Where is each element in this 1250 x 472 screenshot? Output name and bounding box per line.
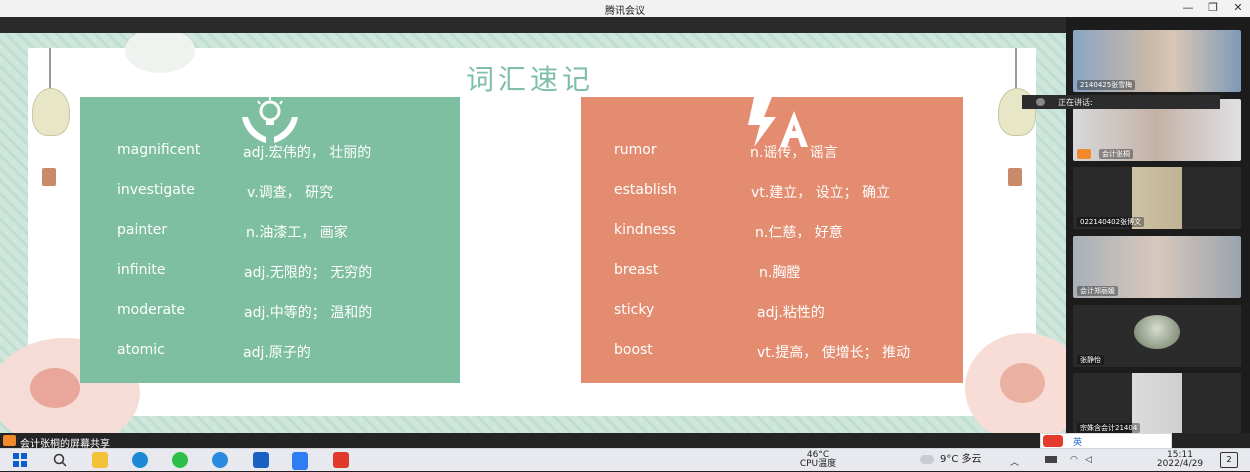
vocab-word: establish [614, 182, 677, 198]
mic-icon [1036, 98, 1045, 106]
ie-icon[interactable] [212, 452, 228, 468]
vocab-definition: n.仁慈， 好意 [755, 225, 843, 241]
vocab-word: boost [614, 342, 653, 358]
ime-language[interactable]: 英 [1073, 435, 1082, 448]
vocab-definition: adj.原子的 [243, 345, 311, 361]
participant-tile[interactable]: 宗姝含会计21404 [1073, 373, 1241, 435]
vocab-definition: n.谣传， 谣言 [750, 145, 838, 161]
search-icon[interactable] [52, 452, 68, 468]
participant-name: 张静怡 [1077, 355, 1104, 365]
wechat-icon[interactable] [172, 452, 188, 468]
vocab-definition: n.油漆工， 画家 [246, 225, 348, 241]
participant-tile[interactable]: 2140425张雪梅 [1073, 30, 1241, 92]
participant-tile[interactable]: 会计郑丽媛 [1073, 236, 1241, 298]
tencent-meeting-icon[interactable] [292, 452, 308, 470]
participant-name: 2140425张雪梅 [1077, 80, 1136, 90]
vocab-definition: adj.无限的； 无穷的 [244, 265, 373, 281]
vocab-definition: n.胸膛 [759, 265, 801, 281]
vocab-definition: adj.宏伟的， 壮丽的 [243, 145, 372, 161]
participant-name: 宗姝含会计21404 [1077, 423, 1141, 433]
flower-bottom-left-center [30, 368, 80, 408]
participant-tile[interactable]: 张静怡 [1073, 305, 1241, 367]
share-top-band [0, 17, 1066, 33]
vocab-word: magnificent [117, 142, 201, 158]
vocab-word: painter [117, 222, 168, 238]
vocab-definition: vt.提高， 使增长； 推动 [757, 345, 911, 361]
lightbulb-hands-icon [242, 97, 298, 143]
file-explorer-icon[interactable] [92, 452, 108, 468]
cloud-icon [920, 455, 934, 464]
windows-start-icon[interactable] [12, 452, 28, 468]
vocab-definition: vt.建立， 设立； 确立 [751, 185, 891, 201]
notification-icon[interactable]: 2 [1220, 452, 1238, 468]
slide-title: 词汇速记 [465, 63, 594, 96]
participant-name: 会计张桐 [1099, 149, 1133, 159]
vocab-word: atomic [117, 342, 165, 358]
vocab-word: investigate [117, 182, 195, 198]
vocab-word: moderate [117, 302, 186, 318]
vocab-definition: adj.中等的； 温和的 [244, 305, 373, 321]
wifi-icon[interactable]: ◠ [1070, 455, 1078, 465]
avatar [1134, 315, 1180, 349]
minimize-button[interactable]: — [1177, 1, 1199, 14]
clock[interactable]: 15:11 2022/4/29 [1155, 451, 1205, 469]
defender-icon[interactable] [253, 452, 269, 468]
maximize-button[interactable]: ❐ [1202, 1, 1224, 14]
cpu-temp: 46°C CPU温度 [799, 450, 837, 469]
vocab-word: sticky [614, 302, 655, 318]
vocab-word: breast [614, 262, 659, 278]
window-title: 腾讯会议 [605, 6, 645, 17]
edge-icon[interactable] [132, 452, 148, 468]
participant-name: 会计郑丽媛 [1077, 286, 1118, 296]
wps-icon[interactable] [333, 452, 349, 468]
vocab-word: infinite [117, 262, 166, 278]
participant-tile[interactable]: 022140402张博文 [1073, 167, 1241, 229]
volume-icon[interactable]: ◁ [1085, 455, 1092, 465]
chevron-up-icon[interactable]: ︿ [1010, 455, 1019, 468]
sogou-ime-icon [1043, 435, 1063, 447]
vocab-definition: v.调查， 研究 [247, 185, 334, 201]
close-button[interactable]: ✕ [1227, 1, 1249, 14]
vocab-word: rumor [614, 142, 657, 158]
speaking-label: 正在讲话: [1058, 98, 1093, 107]
vocab-word: kindness [614, 222, 676, 238]
windows-taskbar: 46°C CPU温度 9°C 多云 ︿ ◠ ◁ 15:11 2022/4/29 … [0, 448, 1250, 471]
share-status-icon [3, 435, 16, 446]
host-badge-icon [1077, 149, 1091, 159]
battery-icon[interactable] [1045, 456, 1057, 463]
participant-name: 022140402张博文 [1077, 217, 1145, 227]
flower-bottom-right-center [1000, 363, 1045, 403]
weather[interactable]: 9°C 多云 [940, 455, 982, 465]
vocab-definition: adj.粘性的 [757, 305, 825, 321]
window-titlebar: 腾讯会议 — ❐ ✕ [0, 0, 1250, 18]
speaking-indicator: 正在讲话: [1022, 95, 1220, 109]
